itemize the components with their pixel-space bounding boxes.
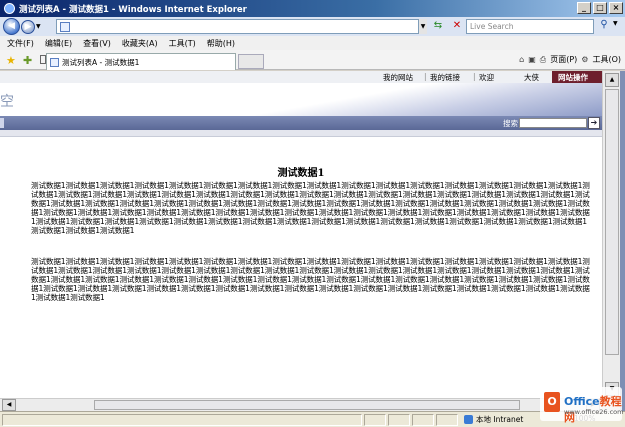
watermark-url: www.office26.com bbox=[564, 408, 624, 416]
ie-icon bbox=[4, 3, 15, 14]
my-site-link[interactable]: 我的网站 bbox=[383, 72, 413, 83]
status-cell bbox=[436, 414, 458, 426]
site-search-label: 搜索 bbox=[503, 119, 518, 128]
menu-bar: 文件(F) 编辑(E) 查看(V) 收藏夹(A) 工具(T) 帮助(H) bbox=[0, 36, 625, 50]
my-links-link[interactable]: 我的链接 bbox=[430, 72, 460, 83]
zone-label: 本地 Intranet bbox=[476, 415, 524, 424]
page-icon bbox=[60, 21, 70, 32]
print-icon[interactable]: ⎙ bbox=[540, 55, 546, 65]
watermark-brand-text: Office bbox=[564, 395, 600, 408]
search-dropdown-icon[interactable]: ▼ bbox=[613, 20, 618, 27]
live-search-input[interactable]: Live Search bbox=[466, 19, 594, 34]
body-paragraph-1: 测试数据1测试数据1测试数据1测试数据1测试数据1测试数据1测试数据1测试数据1… bbox=[31, 181, 590, 236]
page-menu-button[interactable]: 页面(P) bbox=[550, 54, 577, 65]
horizontal-scroll-thumb[interactable] bbox=[94, 400, 520, 410]
menu-view[interactable]: 查看(V) bbox=[83, 38, 111, 49]
horizontal-scrollbar[interactable]: ◀ ▶ bbox=[0, 398, 602, 411]
menu-tools[interactable]: 工具(T) bbox=[169, 38, 196, 49]
forward-button[interactable]: ▶ bbox=[21, 19, 35, 34]
status-cell bbox=[388, 414, 410, 426]
command-bar: ⌂ ▣ ⎙ 页面(P) ⚙ 工具(O) bbox=[519, 54, 625, 65]
status-cell bbox=[412, 414, 434, 426]
home-icon[interactable]: ⌂ bbox=[519, 55, 524, 64]
history-dropdown-icon[interactable]: ▼ bbox=[36, 23, 44, 30]
site-search-row: 搜索 ➔ bbox=[0, 116, 602, 130]
window-title-bar: 测试列表A - 测试数据1 - Windows Internet Explore… bbox=[0, 0, 625, 17]
tab-label: 测试列表A - 测试数据1 bbox=[62, 57, 140, 67]
page-title: 测试数据1 bbox=[277, 168, 325, 179]
menu-file[interactable]: 文件(F) bbox=[7, 38, 34, 49]
site-top-links: 我的网站 | 我的链接 | 欢迎 大侠 网站操作 bbox=[0, 71, 602, 83]
link-separator: | bbox=[473, 72, 476, 81]
address-dropdown-icon[interactable]: ▼ bbox=[418, 19, 427, 34]
tab-current[interactable]: 测试列表A - 测试数据1 bbox=[46, 53, 236, 70]
link-separator: | bbox=[424, 72, 427, 81]
address-input[interactable] bbox=[56, 19, 427, 34]
site-watermark: O Office教程网 www.office26.com bbox=[540, 387, 624, 424]
maximize-button[interactable]: □ bbox=[593, 2, 607, 14]
intranet-zone-icon bbox=[464, 415, 473, 424]
tab-bar: ★ ✚ 测试列表A - 测试数据1 ⌂ ▣ ⎙ 页面(P) ⚙ 工具(O) bbox=[0, 50, 625, 70]
back-button[interactable]: ◀ bbox=[3, 18, 20, 35]
nav-marker bbox=[0, 118, 4, 128]
minimize-button[interactable]: _ bbox=[577, 2, 591, 14]
status-cell bbox=[364, 414, 386, 426]
site-banner: 空 bbox=[0, 83, 602, 116]
window-title: 测试列表A - 测试数据1 - Windows Internet Explore… bbox=[19, 4, 247, 15]
security-zone[interactable]: 本地 Intranet bbox=[464, 414, 523, 425]
refresh-icon[interactable]: ⇆ bbox=[431, 20, 445, 33]
user-name-menu[interactable]: 大侠 bbox=[524, 72, 539, 83]
site-actions-menu[interactable]: 网站操作 bbox=[552, 71, 602, 83]
body-paragraph-2: 测试数据1测试数据1测试数据1测试数据1测试数据1测试数据1测试数据1测试数据1… bbox=[31, 257, 590, 303]
menu-help[interactable]: 帮助(H) bbox=[207, 38, 235, 49]
address-toolbar: ◀ ▶ ▼ ▼ ⇆ ✕ Live Search ⚲ ▼ bbox=[0, 17, 625, 36]
menu-edit[interactable]: 编辑(E) bbox=[45, 38, 72, 49]
page-content: 我的网站 | 我的链接 | 欢迎 大侠 网站操作 空 搜索 ➔ 测试数据1 测试… bbox=[0, 71, 602, 398]
add-favorite-icon[interactable]: ✚ bbox=[23, 54, 32, 67]
scroll-left-icon[interactable]: ◀ bbox=[2, 399, 16, 411]
new-tab-button[interactable] bbox=[238, 54, 264, 69]
search-icon[interactable]: ⚲ bbox=[596, 19, 612, 34]
tab-page-icon bbox=[50, 57, 59, 67]
welcome-link[interactable]: 欢迎 bbox=[479, 72, 494, 83]
banner-char: 空 bbox=[0, 94, 14, 110]
stop-icon[interactable]: ✕ bbox=[450, 20, 464, 33]
site-search-input[interactable] bbox=[519, 118, 587, 128]
feeds-icon[interactable]: ▣ bbox=[528, 55, 536, 64]
tools-gear-icon: ⚙ bbox=[581, 55, 589, 64]
window-frame-right bbox=[620, 71, 625, 427]
menu-favorites[interactable]: 收藏夹(A) bbox=[122, 38, 158, 49]
vertical-scroll-thumb[interactable] bbox=[605, 89, 619, 355]
vertical-scrollbar[interactable]: ▲ ▼ bbox=[602, 71, 620, 398]
site-search-go-icon[interactable]: ➔ bbox=[588, 117, 600, 129]
breadcrumb-bar bbox=[0, 130, 602, 137]
close-button[interactable]: × bbox=[609, 2, 623, 14]
favorites-star-icon[interactable]: ★ bbox=[6, 54, 16, 67]
office-logo-icon: O bbox=[544, 392, 560, 412]
tools-menu-button[interactable]: 工具(O) bbox=[592, 54, 621, 65]
status-bar: 本地 Intranet 100% bbox=[0, 411, 625, 427]
scroll-up-icon[interactable]: ▲ bbox=[605, 73, 619, 87]
status-text-cell bbox=[2, 414, 362, 426]
